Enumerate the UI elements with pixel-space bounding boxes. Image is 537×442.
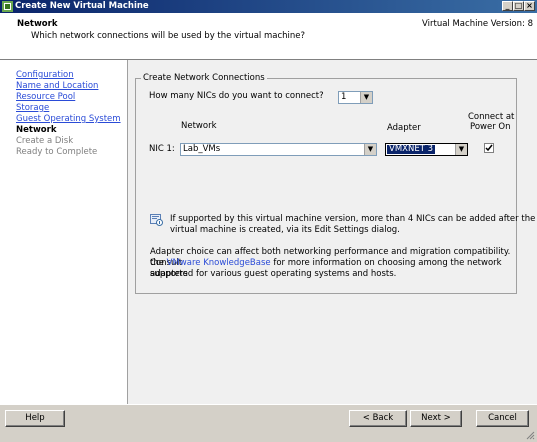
step-ready-to-complete: Ready to Complete: [16, 147, 98, 157]
restore-button[interactable]: □: [513, 1, 524, 11]
step-name-and-location[interactable]: Name and Location: [16, 81, 98, 92]
wizard-header: Network Which network connections will b…: [0, 13, 537, 60]
minimize-button[interactable]: _: [502, 1, 513, 11]
step-create-disk: Create a Disk: [16, 136, 74, 146]
step-configuration[interactable]: Configuration: [16, 70, 74, 81]
adapter-note-line2-pre: the: [150, 258, 167, 268]
step-resource-pool[interactable]: Resource Pool: [16, 92, 75, 103]
checkmark-icon: [485, 144, 493, 152]
chevron-down-icon: ▼: [455, 144, 467, 155]
info-text-line2: virtual machine is created, via its Edit…: [170, 225, 400, 235]
info-text-line1: If supported by this virtual machine ver…: [170, 214, 536, 224]
adapter-column-header: Adapter: [387, 123, 421, 133]
network-dropdown[interactable]: Lab_VMs ▼: [180, 143, 377, 156]
chevron-down-icon: ▼: [360, 92, 372, 103]
nic-count-dropdown[interactable]: 1 ▼: [338, 91, 373, 104]
back-button[interactable]: < Back: [349, 410, 407, 427]
adapter-dropdown[interactable]: VMXNET 3 ▼: [385, 143, 468, 156]
connect-column-header-line2: Power On: [470, 122, 511, 132]
cancel-button[interactable]: Cancel: [476, 410, 529, 427]
nic-count-label: How many NICs do you want to connect?: [149, 91, 324, 101]
title-bar: Create New Virtual Machine _ □ ×: [0, 0, 537, 13]
network-value: Lab_VMs: [183, 144, 221, 154]
next-button[interactable]: Next >: [410, 410, 462, 427]
nic1-label: NIC 1:: [149, 144, 175, 154]
nic-count-value: 1: [341, 92, 347, 102]
window-title: Create New Virtual Machine: [15, 1, 149, 11]
network-column-header: Network: [181, 121, 217, 131]
adapter-value: VMXNET 3: [387, 144, 436, 154]
group-title: Create Network Connections: [141, 73, 267, 84]
close-button[interactable]: ×: [524, 1, 535, 11]
step-network: Network: [16, 125, 57, 135]
vm-version-label: Virtual Machine Version: 8: [422, 19, 533, 29]
info-icon: [150, 214, 163, 226]
page-title: Network: [17, 19, 58, 29]
chevron-down-icon: ▼: [364, 144, 376, 155]
resize-grip-icon[interactable]: [526, 431, 535, 440]
vmware-knowledgebase-link[interactable]: VMware KnowledgeBase: [167, 258, 271, 268]
page-subtitle: Which network connections will be used b…: [31, 31, 306, 41]
vm-app-icon: [2, 1, 13, 12]
wizard-footer: Help < Back Next > Cancel: [0, 404, 537, 442]
step-storage[interactable]: Storage: [16, 103, 49, 114]
help-button[interactable]: Help: [5, 410, 65, 427]
connect-at-power-on-checkbox[interactable]: [484, 143, 494, 153]
step-guest-os[interactable]: Guest Operating System: [16, 114, 121, 125]
adapter-note-line3: supported for various guest operating sy…: [150, 269, 397, 279]
wizard-steps-sidebar: Configuration Name and Location Resource…: [0, 60, 128, 404]
